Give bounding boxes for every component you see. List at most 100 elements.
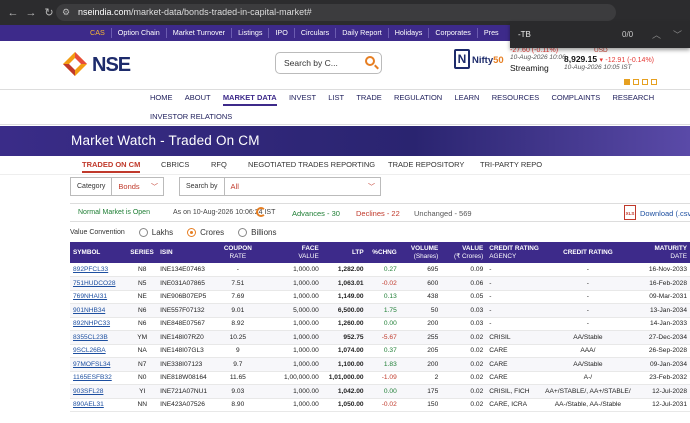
column-header[interactable]: LTP [322,242,367,263]
tab-tri-party-repo[interactable]: TRI-PARTY REPO [480,160,542,169]
nav-trade[interactable]: TRADE [356,93,381,104]
symbol-link[interactable]: 901NHB34 [70,304,127,318]
table-cell: 27-Dec-2034 [648,333,687,341]
symbol-link[interactable]: 892PFCL33 [70,263,127,277]
pager-dot[interactable] [633,79,639,85]
topnav-item[interactable]: Listings [232,28,270,38]
nav-complaints[interactable]: COMPLAINTS [551,93,600,104]
table-cell: - [489,320,492,328]
nav-regulation[interactable]: REGULATION [394,93,442,104]
table-header-row: SYMBOL SERIES ISIN COUPON RATE FACE VALUE LTP %C… [70,242,690,263]
topnav-item[interactable]: Corporates [429,28,478,38]
tab-negotiated-trades[interactable]: NEGOTIATED TRADES REPORTING [248,160,375,169]
pager-dot[interactable] [651,79,657,85]
column-header[interactable]: ISIN [157,242,215,263]
symbol-link[interactable]: 892NHPC33 [70,317,127,331]
column-header[interactable]: %CHNG [367,242,400,263]
column-header[interactable]: MATURITY DATE [634,242,690,263]
ticker-usd[interactable]: USD 8,929.15 ▾ -12.91 (-0.14%) 10-Aug-20… [564,47,684,71]
symbol-link[interactable]: 890AEL31 [70,398,127,412]
nav-learn[interactable]: LEARN [454,93,479,104]
table-cell: 1,282.00 [337,266,364,273]
column-header[interactable]: COUPON RATE [215,242,260,263]
table-row: 1165ESFB32 N0 INE818W08164 11.65 1,00,000.00… [70,371,690,385]
topnav-item[interactable]: Pres [478,28,505,38]
topnav-item[interactable]: IPO [269,28,295,38]
table-cell: 11.65 [229,374,246,382]
tab-traded-on-cm[interactable]: TRADED ON CM [82,160,141,173]
category-label: Category [71,178,113,195]
nifty-label: Nifty50 [472,55,504,66]
column-header[interactable]: CREDIT RATING [542,242,634,263]
ticker-pager[interactable] [624,79,657,85]
nav-resources[interactable]: RESOURCES [492,93,540,104]
site-info-icon[interactable]: ⚙ [62,4,70,21]
table-cell: INE848E07567 [160,320,205,328]
search-input[interactable]: Search by C... [275,52,382,74]
nav-research[interactable]: RESEARCH [612,93,654,104]
column-header[interactable]: FACE VALUE [260,242,322,263]
find-input[interactable]: -TB [518,30,531,39]
category-select[interactable]: Category Bonds ﹀ [70,177,164,196]
refresh-icon[interactable] [256,207,266,217]
column-header[interactable]: SYMBOL [70,242,127,263]
symbol-link[interactable]: 769NHAI31 [70,290,127,304]
topnav-item[interactable]: Option Chain [112,28,167,38]
nav-invest[interactable]: INVEST [289,93,316,104]
column-header[interactable]: SERIES [127,242,157,263]
symbol-link[interactable]: 1165ESFB32 [70,371,127,385]
pager-dot[interactable] [624,79,630,85]
symbol-link[interactable]: 97MOFSL34 [70,358,127,372]
xls-icon[interactable]: XLS [624,205,636,220]
table-row: 903SFL28 YI INE721A07NU1 9.03 1,000.00 1,042.… [70,384,690,399]
nav-about[interactable]: ABOUT [185,93,211,104]
column-header[interactable]: CREDIT RATING AGENCY [486,242,542,263]
radio-billions[interactable]: Billions [238,228,276,237]
nav-investor-relations[interactable]: INVESTOR RELATIONS [150,112,232,123]
radio-crores[interactable]: Crores [187,228,224,237]
nav-list[interactable]: LIST [328,93,344,104]
nav-home[interactable]: HOME [150,93,173,104]
table-cell: 1,000.00 [293,320,319,328]
radio-lakhs[interactable]: Lakhs [138,228,173,237]
table-cell: 1,149.00 [337,293,364,301]
table-cell: NN [137,401,147,409]
symbol-link[interactable]: 903SFL28 [70,385,127,399]
table-cell: - [586,306,589,314]
topnav-item[interactable]: Market Turnover [167,28,233,38]
category-value: Bonds [118,182,140,191]
table-cell: 16-Feb-2028 [649,279,687,287]
topnav-item[interactable]: Holidays [389,28,430,38]
column-header[interactable]: VOLUME (Shares) [400,242,441,263]
pager-dot[interactable] [642,79,648,85]
table-cell: 175 [427,387,439,395]
symbol-link[interactable]: 9SCL26BA [70,344,127,358]
topnav-item[interactable]: Daily Report [336,28,389,38]
table-cell: 0.02 [470,374,484,382]
topnav-item[interactable]: Circulars [295,28,337,38]
tab-trade-repository[interactable]: TRADE REPOSITORY [388,160,464,169]
searchby-select[interactable]: Search by All ﹀ [179,177,381,196]
address-bar[interactable]: ⚙ nseindia.com/market-data/bonds-traded-… [56,4,616,21]
tab-cbrics[interactable]: CBRICS [161,160,189,169]
topnav-item[interactable]: CAS [84,28,112,38]
column-header[interactable]: VALUE (₹ Crores) [441,242,486,263]
table-cell: 7.69 [231,293,245,301]
find-prev-icon[interactable]: ︿ [652,28,661,41]
back-icon[interactable]: ← [4,7,22,19]
table-cell: CARE [489,360,508,368]
table-cell: 50 [430,306,439,314]
table-cell: YM [137,333,148,341]
download-csv-link[interactable]: Download (.csv) [640,209,690,218]
table-cell: INE818W08164 [160,374,207,382]
forward-icon[interactable]: → [22,7,40,19]
tab-rfq[interactable]: RFQ [211,160,227,169]
chevron-down-icon: ﹀ [151,183,158,191]
find-next-icon[interactable]: ﹀ [673,28,682,41]
search-icon[interactable] [365,56,375,66]
nse-logo-icon[interactable] [62,51,88,77]
table-cell: 09-Jan-2034 [649,360,687,368]
symbol-link[interactable]: 751HUDCO28 [70,277,127,291]
nav-market-data[interactable]: MARKET DATA [222,93,277,106]
symbol-link[interactable]: 8355CL23B [70,331,127,345]
